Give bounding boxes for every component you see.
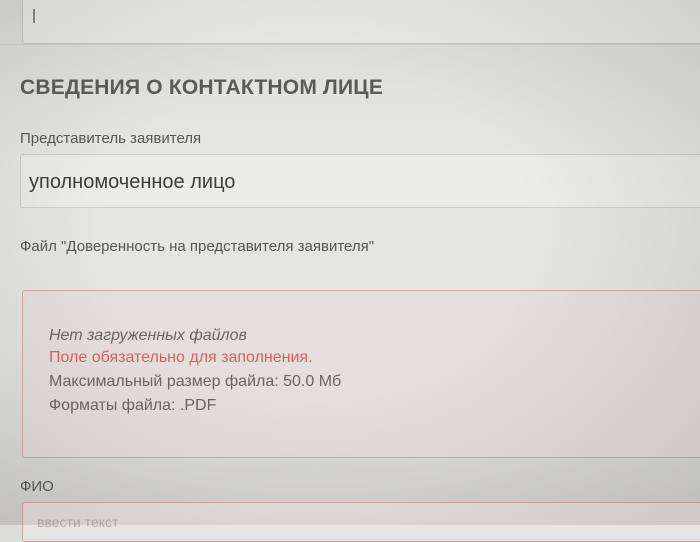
text-caret: [33, 9, 35, 23]
representative-select[interactable]: уполномоченное лицо: [20, 154, 700, 208]
required-error-text: Поле обязательно для заполнения.: [49, 349, 313, 366]
file-upload-label: Файл "Доверенность на представителя заяв…: [20, 238, 375, 255]
fio-input[interactable]: [35, 513, 639, 531]
fio-field[interactable]: [22, 502, 700, 542]
representative-selected-value: уполномоченное лицо: [29, 171, 236, 193]
section-title: СВЕДЕНИЯ О КОНТАКТНОМ ЛИЦЕ: [20, 76, 384, 99]
max-size-text: Максимальный размер файла: 50.0 Мб: [49, 373, 342, 390]
formats-text: Форматы файла: .PDF: [49, 397, 217, 414]
file-upload-dropzone[interactable]: Нет загруженных файлов Поле обязательно …: [22, 290, 700, 458]
no-files-text: Нет загруженных файлов: [49, 327, 247, 344]
representative-label: Представитель заявителя: [20, 130, 202, 147]
previous-field-input[interactable]: [22, 0, 700, 44]
section-divider: [0, 44, 700, 45]
fio-label: ФИО: [20, 478, 54, 495]
